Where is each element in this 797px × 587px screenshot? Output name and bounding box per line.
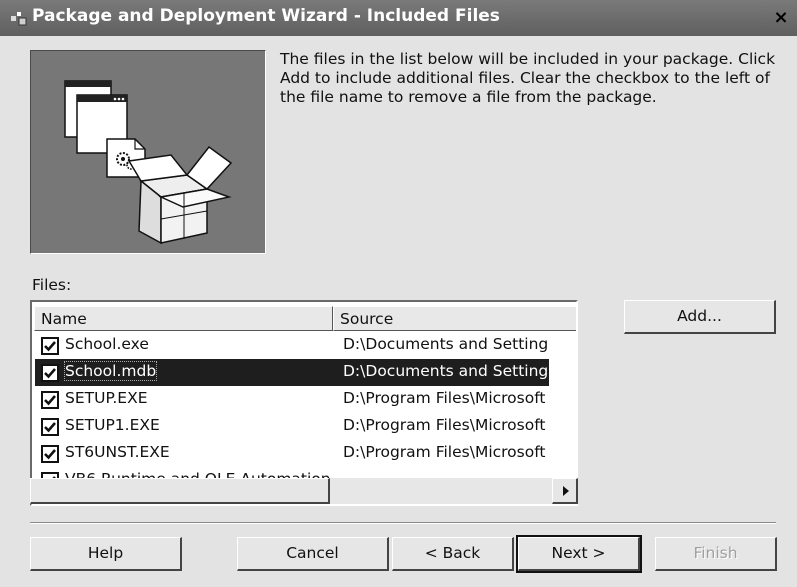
files-list[interactable]: Name Source School.exe D:\Documents and … (30, 300, 578, 506)
add-button[interactable]: Add... (624, 300, 776, 334)
files-label: Files: (32, 276, 71, 294)
file-row[interactable]: ST6UNST.EXE D:\Program Files\Microsoft V… (35, 440, 549, 467)
close-icon: × (773, 7, 789, 28)
file-row-selected[interactable]: School.mdb D:\Documents and Settings\Ad (35, 359, 549, 386)
column-header-source-label: Source (340, 310, 394, 328)
wizard-app-icon (10, 9, 28, 27)
instructions-text: The files in the list below will be incl… (280, 50, 776, 106)
column-header-name[interactable]: Name (34, 306, 333, 331)
help-button-label: Help (87, 544, 124, 562)
file-name: School.mdb (63, 361, 158, 381)
cancel-button[interactable]: Cancel (237, 537, 389, 571)
file-source: D:\Program Files\Microsoft Visu (343, 416, 549, 434)
include-checkbox[interactable] (41, 364, 59, 382)
next-button[interactable]: Next > (516, 535, 642, 573)
file-row[interactable]: School.exe D:\Documents and Settings\Ad (35, 332, 549, 359)
file-source: D:\Documents and Settings\Ad (343, 335, 549, 353)
scroll-right-button[interactable] (552, 478, 578, 504)
file-source: D:\Program Files\Microsoft Visu (343, 443, 549, 461)
files-label-text: Files: (32, 276, 72, 294)
column-header-source[interactable]: Source (333, 306, 576, 331)
file-name: ST6UNST.EXE (65, 443, 170, 461)
file-name: SETUP1.EXE (65, 416, 160, 434)
column-header-name-label: Name (41, 310, 87, 328)
include-checkbox[interactable] (41, 337, 59, 355)
wizard-illustration (30, 50, 266, 254)
cancel-button-label: Cancel (286, 544, 339, 562)
file-name: School.exe (65, 335, 149, 353)
file-row[interactable]: SETUP.EXE D:\Program Files\Microsoft Vis… (35, 386, 549, 413)
horizontal-scroll-thumb[interactable] (30, 478, 330, 504)
file-name: SETUP.EXE (65, 389, 148, 407)
file-row[interactable]: SETUP1.EXE D:\Program Files\Microsoft Vi… (35, 413, 549, 440)
help-button[interactable]: Help (30, 537, 182, 571)
title-bar: Package and Deployment Wizard - Included… (0, 0, 797, 36)
back-button-label: < Back (424, 544, 481, 562)
next-button-label: Next > (551, 544, 606, 562)
separator (30, 522, 776, 524)
finish-button[interactable]: Finish (655, 537, 777, 571)
file-source: D:\Documents and Settings\Ad (343, 362, 549, 380)
include-checkbox[interactable] (41, 418, 59, 436)
arrow-right-icon (563, 486, 569, 496)
add-button-label: Add... (677, 307, 722, 325)
include-checkbox[interactable] (41, 391, 59, 409)
back-button[interactable]: < Back (392, 537, 514, 571)
file-source: D:\Program Files\Microsoft Visu (343, 389, 549, 407)
horizontal-scrollbar[interactable] (30, 478, 578, 504)
close-button[interactable]: × (770, 8, 792, 28)
window-title: Package and Deployment Wizard - Included… (32, 6, 500, 26)
include-checkbox[interactable] (41, 445, 59, 463)
finish-button-label: Finish (693, 544, 738, 562)
